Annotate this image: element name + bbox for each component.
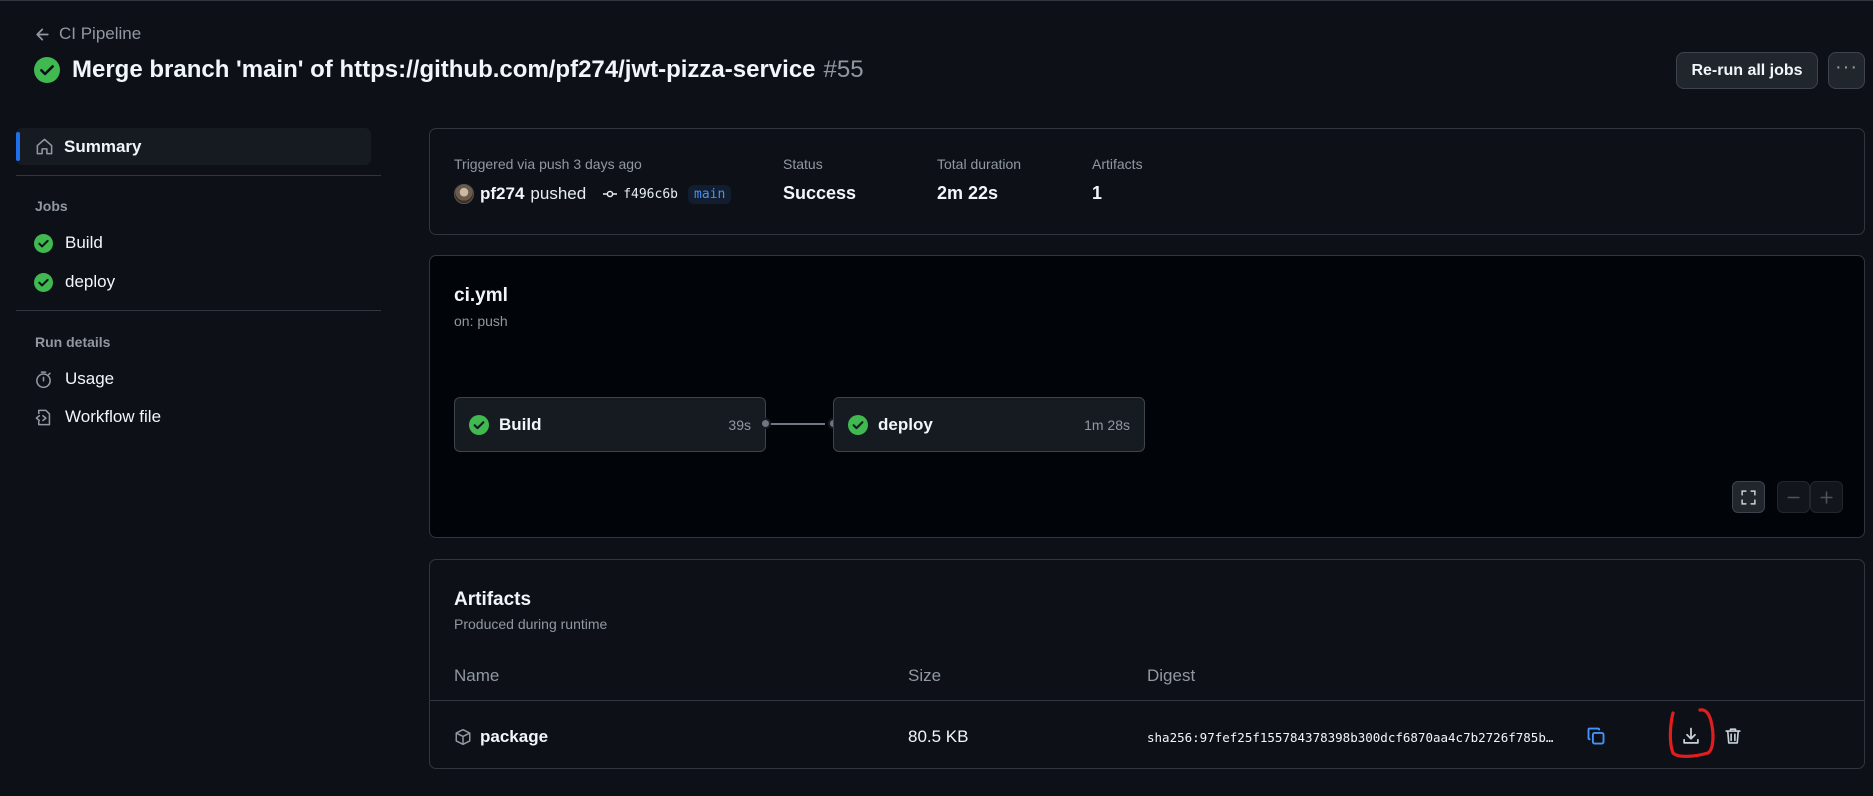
check-circle-icon [34,272,53,292]
back-link[interactable]: CI Pipeline [34,24,141,44]
workflow-file-name: ci.yml [454,285,508,306]
sidebar-item-label: deploy [65,272,116,291]
sidebar-item-label: Summary [64,137,142,156]
avatar[interactable] [454,184,474,204]
zoom-in-button[interactable] [1810,481,1843,513]
fullscreen-button[interactable] [1732,481,1765,513]
sidebar-item-label: Usage [65,369,115,388]
status-value: Success [783,183,857,203]
action-text: pushed [530,184,587,203]
workflow-graph-panel: ci.yml on: push Build 39s deploy 1m 28s [429,255,1865,538]
run-number: #55 [823,56,864,83]
triggered-label: Triggered via push 3 days ago [454,156,642,172]
sidebar-heading-run-details: Run details [35,334,111,350]
check-circle-icon [469,415,489,435]
branch-badge[interactable]: main [688,184,732,204]
artifact-name-link[interactable]: package [454,727,548,747]
zoom-out-button[interactable] [1777,481,1810,513]
artifact-size: 80.5 KB [908,727,969,746]
artifacts-count-label: Artifacts [1092,156,1143,172]
artifact-name: package [480,727,549,746]
check-circle-icon [848,415,868,435]
kebab-horizontal-icon: ··· [1835,55,1858,78]
more-options-button[interactable]: ··· [1828,52,1865,89]
top-border [0,0,1873,1]
actor-link[interactable]: pf274 [480,184,524,204]
artifacts-count-value[interactable]: 1 [1092,183,1102,204]
artifact-digest: sha256:97fef25f155784378398b300dcf6870aa… [1147,730,1554,745]
trash-icon[interactable] [1723,726,1743,746]
sidebar-item-usage[interactable]: Usage [34,369,114,389]
check-circle-icon [34,57,60,83]
duration-label: Total duration [937,156,1022,172]
screen-full-icon [1741,489,1756,505]
file-code-icon [35,409,51,425]
sidebar-item-workflow-file[interactable]: Workflow file [34,407,161,427]
run-title: Merge branch 'main' of https://github.co… [72,56,816,83]
commit-sha: f496c6b [623,186,678,202]
back-link-label: CI Pipeline [59,24,142,43]
check-circle-icon [34,233,53,253]
sidebar-item-deploy[interactable]: deploy [34,272,115,292]
rerun-all-jobs-button[interactable]: Re-run all jobs [1676,52,1818,89]
run-summary-panel: Triggered via push 3 days ago pf274 push… [429,128,1865,235]
column-header-digest: Digest [1147,666,1196,685]
job-name: Build [499,415,542,434]
job-duration: 39s [728,417,751,433]
sidebar-item-label: Build [65,233,103,252]
sidebar-divider [16,310,381,311]
active-indicator [16,132,20,161]
sidebar-item-build[interactable]: Build [34,233,103,253]
sidebar-item-label: Workflow file [65,407,162,426]
job-name: deploy [878,415,933,434]
package-icon [455,728,471,746]
minus-icon [1787,496,1800,498]
copy-icon[interactable] [1586,726,1606,746]
home-icon [36,138,53,155]
job-node-deploy[interactable]: deploy 1m 28s [833,397,1145,452]
column-header-name: Name [454,666,500,685]
trigger-info: pf274 pushed f496c6b main [454,184,732,204]
page-title: Merge branch 'main' of https://github.co… [34,56,864,84]
sidebar-divider [16,175,381,176]
artifacts-title: Artifacts [454,589,532,610]
duration-value: 2m 22s [937,183,999,203]
job-connector [767,423,825,425]
connector-dot [760,418,771,429]
job-node-build[interactable]: Build 39s [454,397,766,452]
column-header-size: Size [908,666,942,685]
sidebar-heading-jobs: Jobs [35,198,68,214]
artifacts-panel: Artifacts Produced during runtime Name S… [429,559,1865,769]
arrow-left-icon [36,28,49,40]
red-circle-annotation [1668,708,1715,758]
sidebar-item-summary[interactable]: Summary [16,128,371,165]
table-divider [430,700,1864,701]
git-commit-icon [603,190,618,198]
commit-link[interactable]: f496c6b [602,186,678,202]
plus-icon [1820,490,1833,504]
status-label: Status [783,156,823,172]
workflow-trigger: on: push [454,313,508,329]
artifacts-subtitle: Produced during runtime [454,616,608,632]
job-duration: 1m 28s [1084,417,1130,433]
stopwatch-icon [36,370,51,388]
